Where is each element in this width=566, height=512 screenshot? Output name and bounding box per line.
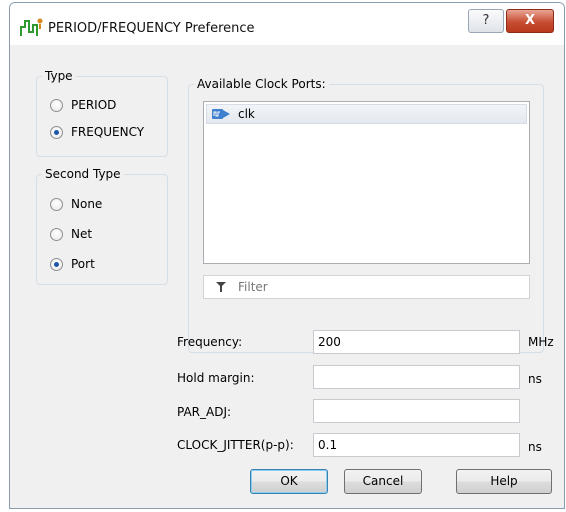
- par-adj-field[interactable]: [313, 399, 520, 423]
- frequency-unit: MHz: [528, 335, 554, 349]
- filter-box[interactable]: [203, 275, 530, 299]
- window-title: PERIOD/FREQUENCY Preference: [48, 21, 255, 36]
- preference-dialog: PERIOD/FREQUENCY Preference ? X Type PER…: [9, 2, 565, 509]
- clock-jitter-field[interactable]: [313, 433, 520, 457]
- clock-jitter-unit: ns: [528, 440, 542, 454]
- radio-port[interactable]: Port: [50, 257, 95, 271]
- clock-ports-legend: Available Clock Ports:: [197, 77, 326, 91]
- radio-net-label: Net: [71, 227, 93, 241]
- title-bar: PERIOD/FREQUENCY Preference ? X: [10, 3, 564, 45]
- help-icon[interactable]: ?: [468, 9, 504, 33]
- help-button[interactable]: Help: [456, 469, 552, 494]
- type-group: Type: [36, 69, 168, 157]
- clock-port-icon: [212, 109, 230, 119]
- radio-period-button[interactable]: [50, 98, 63, 112]
- list-item[interactable]: clk: [206, 104, 527, 124]
- ok-button[interactable]: OK: [250, 469, 328, 494]
- radio-frequency-button[interactable]: [50, 125, 63, 139]
- cancel-button[interactable]: Cancel: [344, 469, 422, 494]
- radio-port-button[interactable]: [50, 257, 63, 271]
- type-legend: Type: [45, 69, 73, 83]
- hold-margin-field[interactable]: [313, 365, 520, 389]
- hold-margin-unit: ns: [528, 372, 542, 386]
- radio-frequency[interactable]: FREQUENCY: [50, 125, 144, 139]
- par-adj-label: PAR_ADJ:: [177, 405, 232, 419]
- clock-jitter-label: CLOCK_JITTER(p-p):: [177, 438, 294, 452]
- radio-net[interactable]: Net: [50, 227, 92, 241]
- radio-period-label: PERIOD: [71, 98, 117, 112]
- radio-net-button[interactable]: [50, 227, 63, 241]
- radio-period[interactable]: PERIOD: [50, 98, 116, 112]
- filter-input[interactable]: [236, 279, 500, 295]
- filter-icon: [216, 282, 226, 292]
- hold-margin-label: Hold margin:: [177, 371, 255, 385]
- frequency-field[interactable]: [313, 330, 520, 354]
- close-icon[interactable]: X: [506, 9, 554, 33]
- frequency-label: Frequency:: [177, 335, 243, 349]
- app-icon: [20, 18, 43, 36]
- radio-none[interactable]: None: [50, 197, 102, 211]
- radio-none-button[interactable]: [50, 197, 63, 211]
- clock-port-name: clk: [238, 107, 255, 121]
- radio-none-label: None: [71, 197, 103, 211]
- second-type-legend: Second Type: [45, 167, 121, 181]
- radio-frequency-label: FREQUENCY: [71, 125, 145, 139]
- clock-ports-list[interactable]: clk: [203, 101, 530, 264]
- radio-port-label: Port: [71, 257, 95, 271]
